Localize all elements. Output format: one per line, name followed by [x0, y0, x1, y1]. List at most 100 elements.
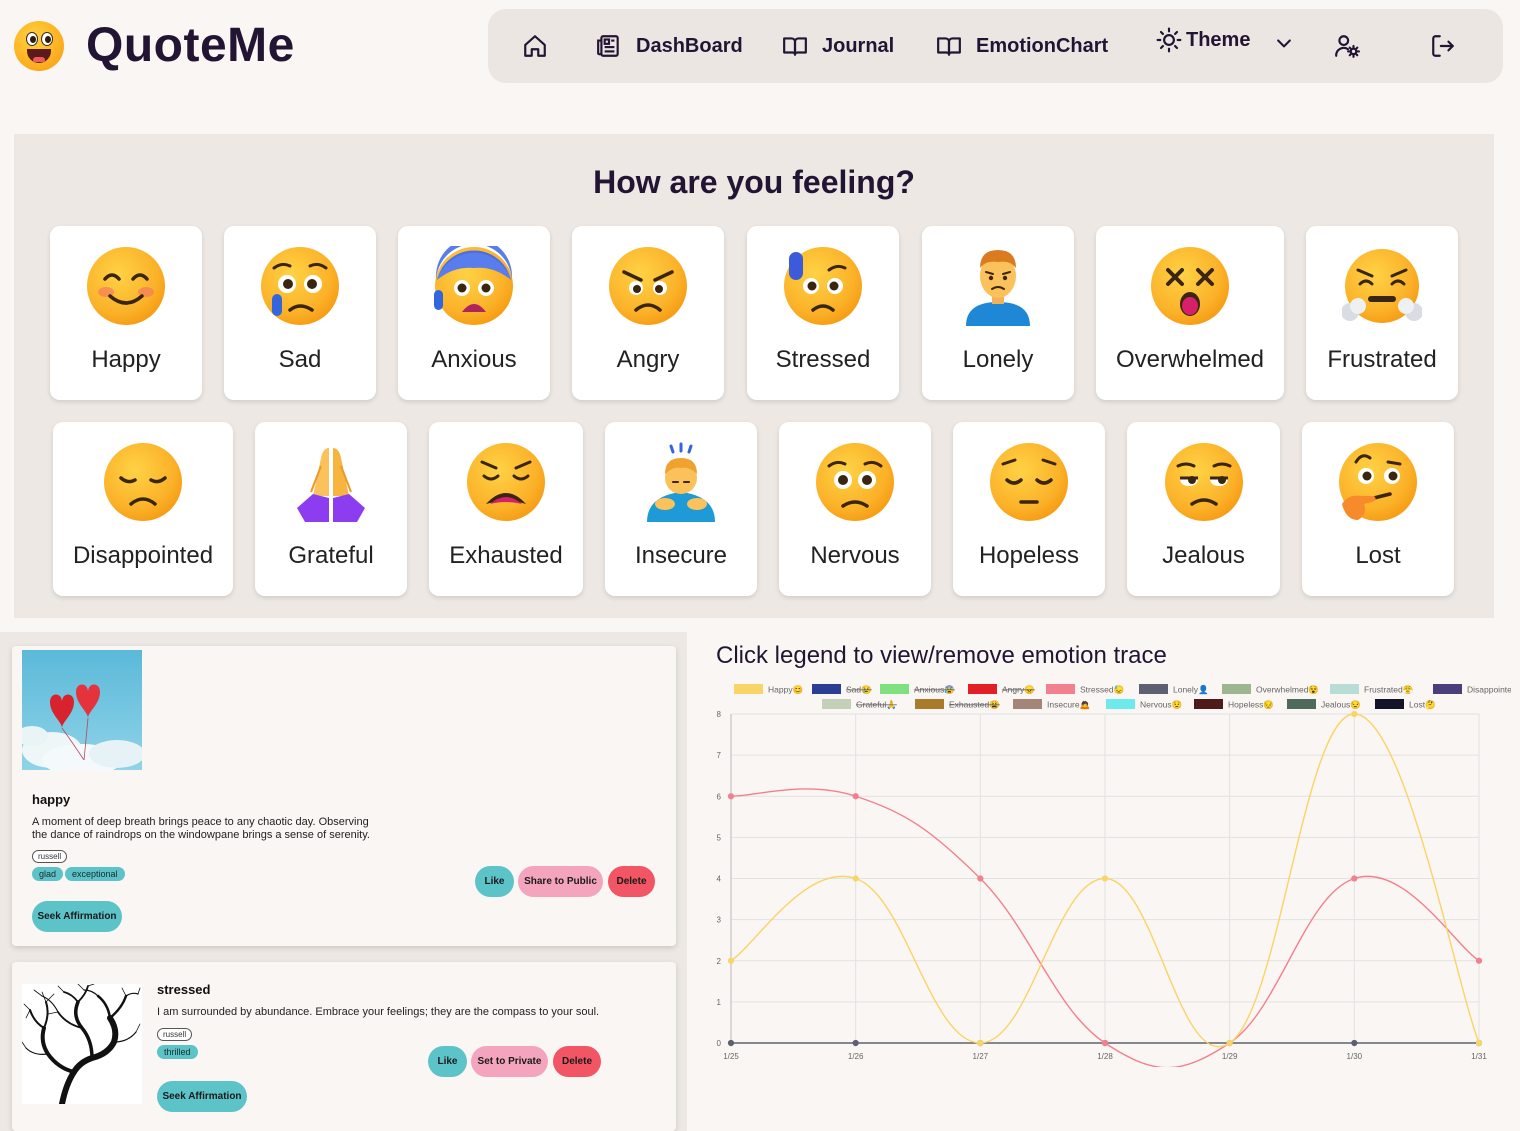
- feeling-card-happy[interactable]: Happy: [50, 226, 202, 400]
- feeling-card-stressed[interactable]: Stressed: [747, 226, 899, 400]
- journal-entry: happy A moment of deep breath brings pea…: [12, 646, 676, 946]
- feelings-panel: How are you feeling? Happy Sad Anxious A…: [14, 134, 1494, 618]
- data-point: [1226, 1039, 1233, 1047]
- legend-swatch: [1046, 684, 1075, 694]
- feeling-label: Lonely: [962, 346, 1034, 373]
- feeling-card-lonely[interactable]: Lonely: [922, 226, 1074, 400]
- legend-item[interactable]: Lost🤔: [1375, 699, 1436, 710]
- feeling-card-angry[interactable]: Angry: [572, 226, 724, 400]
- data-point: [1101, 875, 1109, 882]
- angry-face-icon: [609, 247, 687, 325]
- nav-home[interactable]: [522, 9, 548, 83]
- journal-list: happy A moment of deep breath brings pea…: [0, 632, 687, 1131]
- legend-label: Lost🤔: [1409, 700, 1436, 710]
- entry-quote: A moment of deep breath brings peace to …: [32, 816, 370, 841]
- feeling-label: Happy: [91, 346, 161, 373]
- feeling-card-jealous[interactable]: Jealous: [1127, 422, 1280, 596]
- feeling-card-frustrated[interactable]: Frustrated: [1306, 226, 1458, 400]
- y-tick-label: 3: [717, 916, 722, 925]
- theme-dropdown[interactable]: Theme: [1156, 3, 1294, 77]
- nav-logout[interactable]: [1430, 9, 1456, 83]
- legend-label: Happy😊: [768, 685, 803, 695]
- folded-hands-icon: [297, 448, 365, 522]
- legend-item[interactable]: Hopeless😔: [1194, 699, 1274, 710]
- anxious-face-icon: [434, 246, 513, 325]
- feeling-card-hopeless[interactable]: Hopeless: [953, 422, 1105, 596]
- home-icon: [524, 35, 546, 57]
- legend-label: Anxious😰: [914, 685, 955, 695]
- y-tick-label: 0: [717, 1039, 722, 1048]
- legend-item[interactable]: Stressed😓: [1046, 684, 1124, 695]
- legend-swatch: [812, 684, 841, 694]
- legend-label: Angry😠: [1002, 685, 1035, 695]
- sweat-face-icon: [784, 247, 862, 325]
- feeling-label: Jealous: [1162, 542, 1245, 569]
- x-tick-label: 1/26: [848, 1052, 864, 1061]
- chevron-down-icon: [1277, 39, 1292, 48]
- feeling-card-anxious[interactable]: Anxious: [398, 226, 550, 400]
- legend-label: Hopeless😔: [1228, 700, 1274, 710]
- delete-button[interactable]: Delete: [553, 1046, 601, 1077]
- legend-label: Insecure🙇: [1047, 700, 1091, 710]
- nav-dashboard[interactable]: DashBoard: [596, 9, 743, 83]
- legend-item[interactable]: Nervous😟: [1106, 699, 1182, 710]
- like-button[interactable]: Like: [475, 866, 514, 897]
- x-tick-label: 1/28: [1097, 1052, 1113, 1061]
- author-tag: russell: [32, 850, 68, 863]
- legend-swatch: [1222, 684, 1251, 694]
- legend-item[interactable]: Jealous😒: [1287, 699, 1361, 710]
- feeling-card-overwhelmed[interactable]: Overwhelmed: [1096, 226, 1284, 400]
- data-point: [1475, 957, 1483, 964]
- seek-affirmation-button[interactable]: Seek Affirmation: [157, 1081, 247, 1112]
- feeling-card-exhausted[interactable]: Exhausted: [429, 422, 583, 596]
- legend-item[interactable]: Frustrated😤: [1330, 684, 1414, 695]
- legend-item[interactable]: Overwhelmed😵: [1222, 684, 1319, 695]
- feeling-card-lost[interactable]: Lost: [1302, 422, 1454, 596]
- legend-label: Overwhelmed😵: [1256, 685, 1319, 695]
- legend-item[interactable]: Exhausted😩: [915, 699, 1000, 710]
- seek-affirmation-button[interactable]: Seek Affirmation: [32, 901, 122, 932]
- feeling-label: Hopeless: [978, 542, 1080, 569]
- feeling-card-nervous[interactable]: Nervous: [779, 422, 931, 596]
- feeling-label: Anxious: [431, 346, 517, 373]
- nav-emotion-chart[interactable]: EmotionChart: [936, 9, 1108, 83]
- open-book-icon: [783, 37, 807, 56]
- legend-item[interactable]: Happy😊: [734, 684, 803, 695]
- legend-swatch: [915, 699, 944, 709]
- data-point: [727, 957, 735, 964]
- share-to-public-button[interactable]: Share to Public: [518, 866, 603, 897]
- theme-label: Theme: [1186, 28, 1251, 51]
- feeling-label: Exhausted: [449, 542, 563, 569]
- data-point: [1475, 1039, 1483, 1047]
- tired-face-icon: [467, 443, 545, 521]
- legend-item[interactable]: Grateful🙏: [822, 699, 897, 710]
- set-to-private-button[interactable]: Set to Private: [471, 1046, 548, 1077]
- app-logo[interactable]: QuoteMe: [14, 18, 295, 73]
- app-name: QuoteMe: [86, 19, 295, 72]
- like-button[interactable]: Like: [428, 1046, 467, 1077]
- legend-label: Exhausted😩: [949, 700, 1000, 710]
- entry-quote: I am surrounded by abundance. Embrace yo…: [157, 1006, 600, 1018]
- pensive-face-icon: [990, 443, 1068, 521]
- legend-item[interactable]: Lonely👤: [1139, 684, 1209, 695]
- feeling-card-grateful[interactable]: Grateful: [255, 422, 407, 596]
- emotion-line-chart[interactable]: Happy😊 Sad😢 Anxious😰 Angry😠 Stressed😓 Lonely👤…: [701, 624, 1511, 1067]
- legend-swatch: [822, 699, 851, 709]
- legend-item[interactable]: Angry😠: [968, 684, 1035, 695]
- legend-item[interactable]: Disappointed😞: [1433, 684, 1511, 695]
- feeling-card-sad[interactable]: Sad: [224, 226, 376, 400]
- data-point: [1351, 875, 1358, 882]
- legend-item[interactable]: Insecure🙇: [1013, 699, 1091, 710]
- legend-item[interactable]: Sad😢: [812, 684, 872, 695]
- delete-button[interactable]: Delete: [608, 866, 655, 897]
- nav-journal[interactable]: Journal: [782, 9, 894, 83]
- feeling-card-insecure[interactable]: Insecure: [605, 422, 757, 596]
- data-point: [977, 1039, 984, 1047]
- nav-user-settings[interactable]: [1334, 9, 1360, 83]
- legend-swatch: [1106, 699, 1135, 709]
- legend-item[interactable]: Anxious😰: [880, 684, 955, 695]
- legend-swatch: [1194, 699, 1223, 709]
- disappointed-face-icon: [104, 443, 182, 521]
- y-tick-label: 1: [717, 998, 722, 1007]
- feeling-card-disappointed[interactable]: Disappointed: [53, 422, 233, 596]
